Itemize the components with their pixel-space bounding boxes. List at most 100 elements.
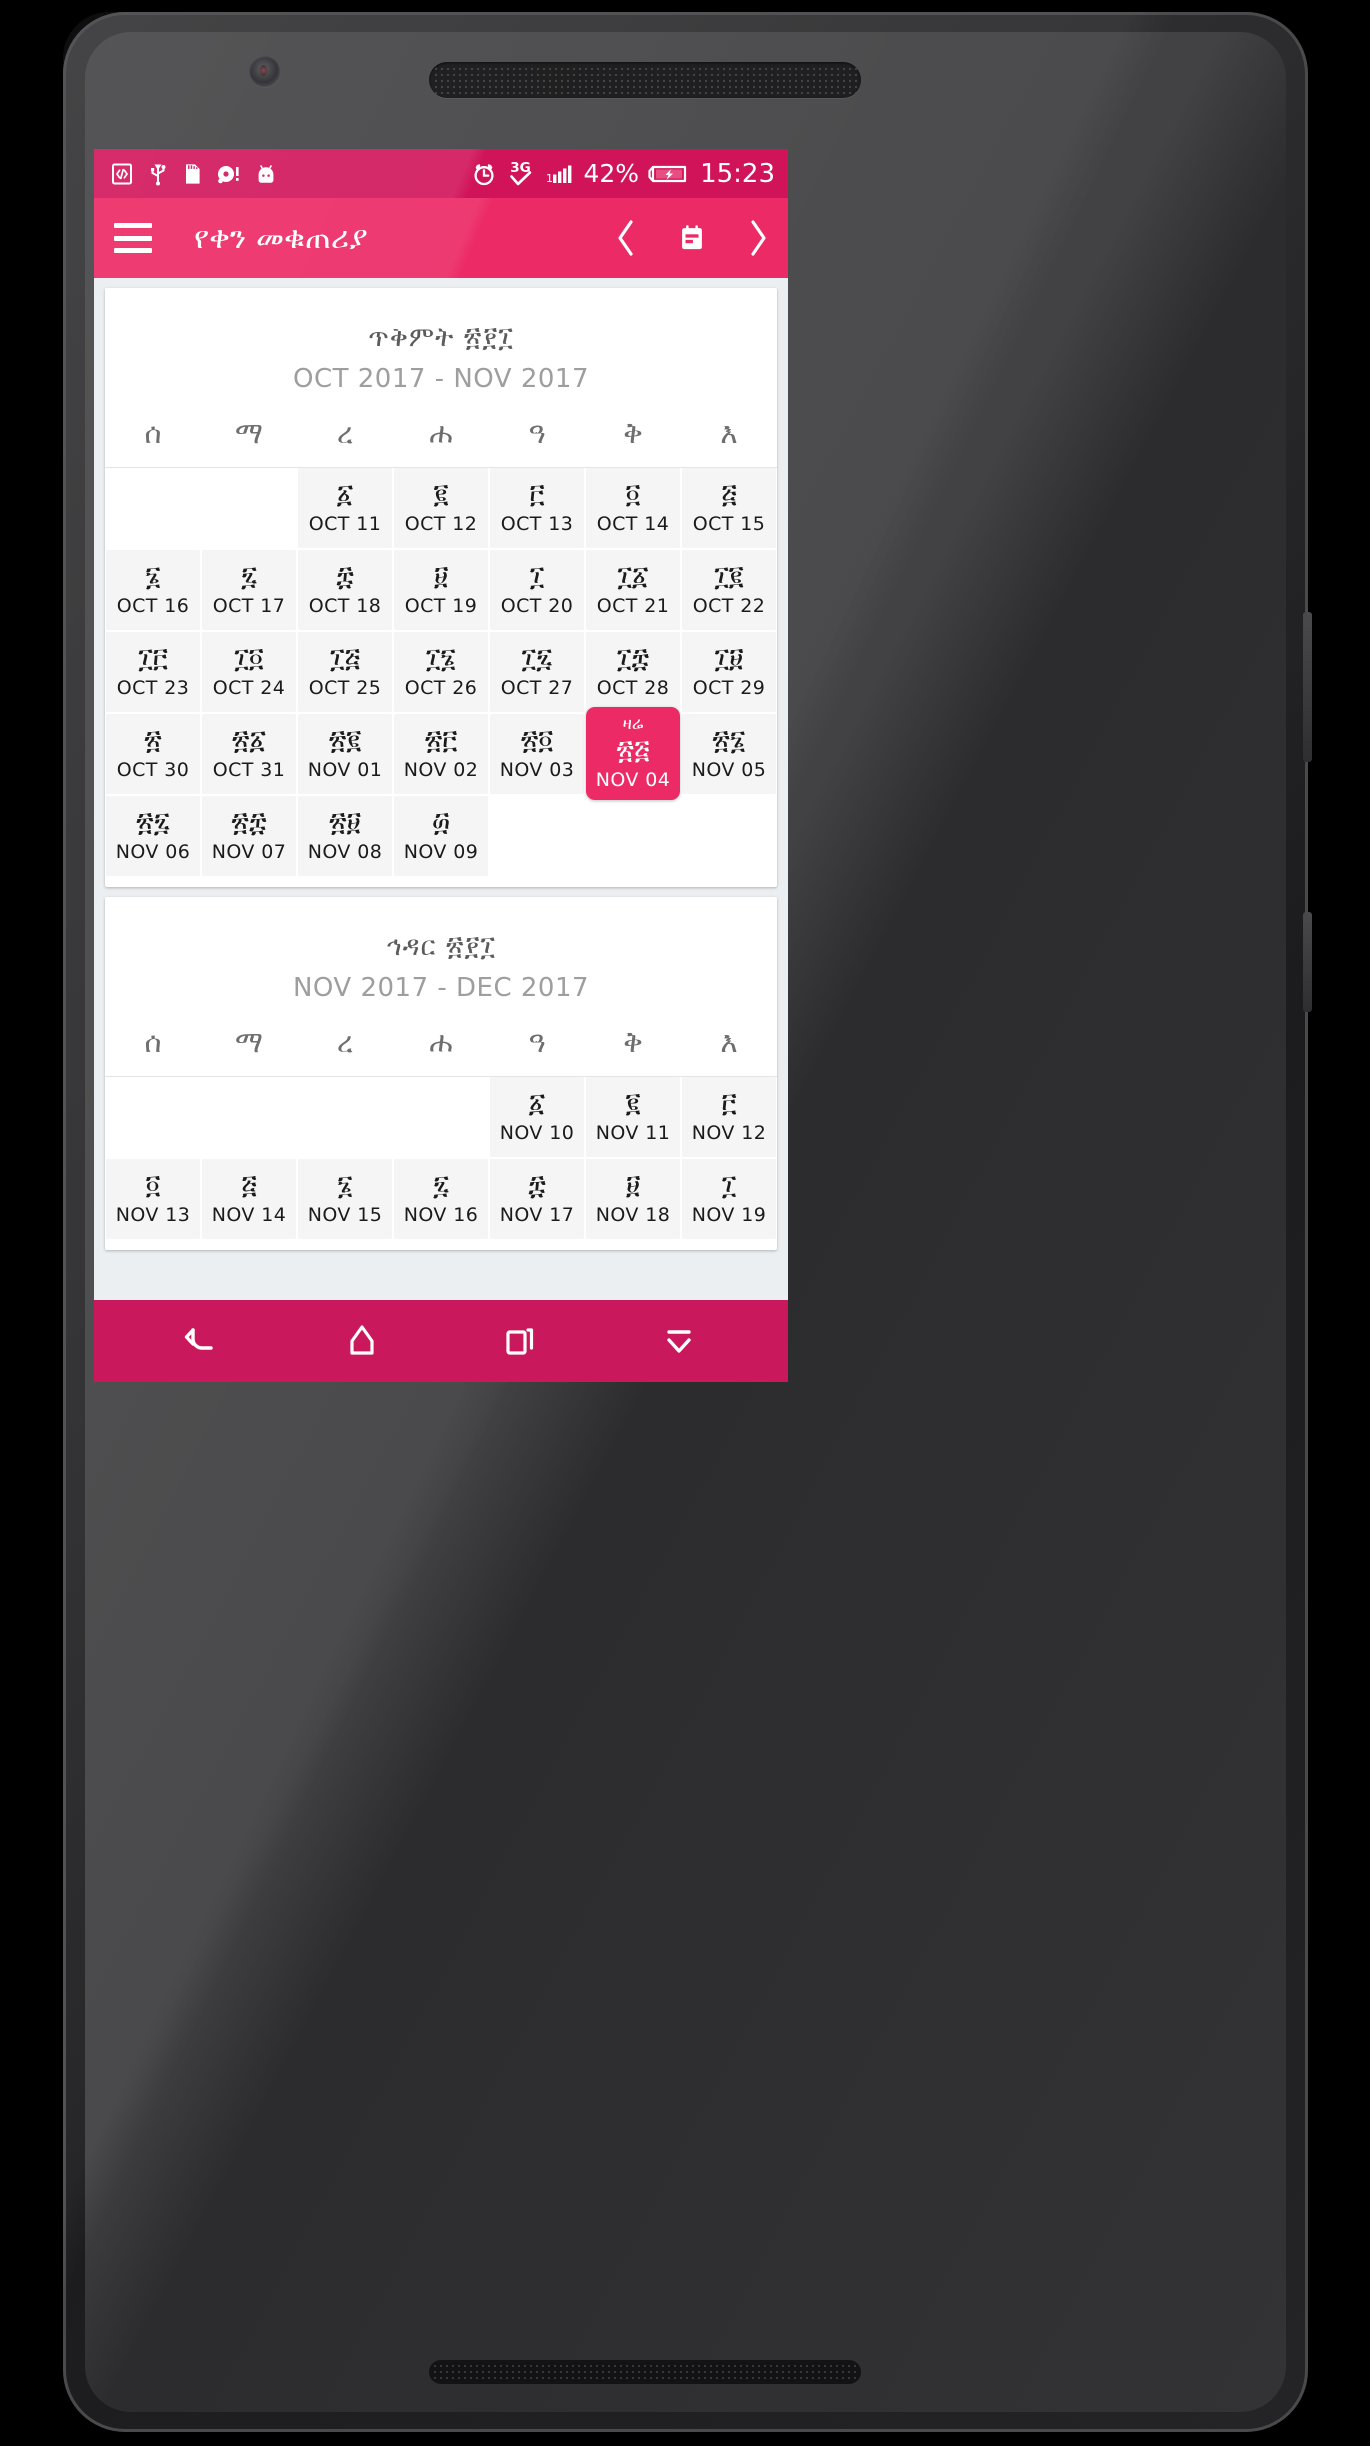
day-cell[interactable]: ፯ NOV 16 [394,1159,488,1239]
gregorian-day-label: OCT 23 [116,677,190,700]
gregorian-day-label: NOV 03 [499,759,575,782]
day-cell[interactable]: ፰ NOV 17 [490,1159,584,1239]
gregorian-day-label: OCT 27 [500,677,574,700]
status-bar-right-icons: 3G 1 42% 15:23 [470,159,775,189]
gregorian-day-label: OCT 11 [308,513,382,536]
empty-day-cell [490,796,584,876]
day-cell[interactable]: ፲ NOV 19 [682,1159,776,1239]
gregorian-day-label: NOV 01 [307,759,383,782]
week-row: ፲፫ OCT 23 ፲፬ OCT 24 ፲፭ OCT 25 ፲፮ OCT 26 ፲፯ OCT 27… [106,632,776,712]
bottom-speaker [429,2360,861,2384]
day-cell[interactable]: ፩ NOV 10 [490,1077,584,1157]
day-cell[interactable]: ፳፱ NOV 08 [298,796,392,876]
gregorian-day-label: NOV 16 [403,1204,479,1227]
status-bar: 3G 1 42% 15:23 [94,149,788,198]
ethiopic-day-number: ፬ [145,1169,161,1201]
ethiopic-day-number: ፲፩ [617,560,649,592]
gregorian-day-label: OCT 22 [692,595,766,618]
ethiopic-day-number: ፳፮ [712,724,746,756]
recents-button[interactable] [487,1308,553,1374]
ethiopic-day-number: ፲፫ [138,642,168,674]
day-cell[interactable]: ፳፬ NOV 03 [490,714,584,794]
empty-day-cell [394,1077,488,1157]
day-cell[interactable]: ፱ OCT 19 [394,550,488,630]
gregorian-day-label: NOV 08 [307,841,383,864]
day-cell[interactable]: ፲፰ OCT 28 [586,632,680,712]
day-cell[interactable]: ፳፰ NOV 07 [202,796,296,876]
power-button[interactable] [1303,612,1312,762]
ethiopic-day-number: ፲ [721,1169,737,1201]
ethiopic-day-number: ፪ [433,478,449,510]
alarm-icon [470,160,498,188]
ethiopic-day-number: ፳ [144,724,162,756]
day-cell[interactable]: ፯ OCT 17 [202,550,296,630]
day-cell[interactable]: ፲፫ OCT 23 [106,632,200,712]
today-day-cell[interactable]: ዛሬ ፳፭ NOV 04 [586,707,680,800]
calendar-scroll-area[interactable]: ጥቅምት ፳፻፲ OCT 2017 - NOV 2017 ሰ ማ ረ ሐ ዓ ቅ እ ፩ OCT 1… [94,278,788,1382]
ethiopic-day-number: ፱ [625,1169,641,1201]
hide-keyboard-button[interactable] [646,1308,712,1374]
ethiopic-day-number: ፭ [721,478,737,510]
day-cell[interactable]: ፲፯ OCT 27 [490,632,584,712]
day-cell[interactable]: ፳፫ NOV 02 [394,714,488,794]
battery-percent-label: 42% [583,159,640,188]
day-cell[interactable]: ፲፩ OCT 21 [586,550,680,630]
week-row: ፬ NOV 13 ፭ NOV 14 ፮ NOV 15 ፯ NOV 16 ፰ NOV 17 ፱ NOV … [106,1159,776,1239]
gregorian-day-label: NOV 15 [307,1204,383,1227]
weeks-grid: ፩ NOV 10 ፪ NOV 11 ፫ NOV 12 ፬ NOV 13 ፭ NOV 14 ፮ NOV … [105,1077,777,1239]
weekday-header: እ [720,1025,738,1059]
day-cell[interactable]: ፲፪ OCT 22 [682,550,776,630]
ethiopic-day-number: ፴ [431,806,451,838]
weeks-grid: ፩ OCT 11 ፪ OCT 12 ፫ OCT 13 ፬ OCT 14 ፭ OCT 15 ፮ OCT … [105,468,777,876]
day-cell[interactable]: ፭ OCT 15 [682,468,776,548]
day-cell[interactable]: ፲፮ OCT 26 [394,632,488,712]
day-cell[interactable]: ፭ NOV 14 [202,1159,296,1239]
day-cell[interactable]: ፰ OCT 18 [298,550,392,630]
day-cell[interactable]: ፲፬ OCT 24 [202,632,296,712]
month-title: ጥቅምት ፳፻፲ [368,322,514,353]
home-button[interactable] [329,1308,395,1374]
gregorian-day-label: OCT 13 [500,513,574,536]
week-row: ፳ OCT 30 ፳፩ OCT 31 ፳፪ NOV 01 ፳፫ NOV 02 ፳፬ NOV 03 ዛ… [106,707,776,800]
gregorian-day-label: OCT 20 [500,595,574,618]
status-bar-left-icons [110,162,278,186]
day-cell[interactable]: ፴ NOV 09 [394,796,488,876]
day-cell[interactable]: ፲፭ OCT 25 [298,632,392,712]
day-cell[interactable]: ፱ NOV 18 [586,1159,680,1239]
day-cell[interactable]: ፮ NOV 15 [298,1159,392,1239]
month-title: ኅዳር ፳፻፲ [386,931,496,962]
back-button[interactable] [170,1308,236,1374]
day-cell[interactable]: ፩ OCT 11 [298,468,392,548]
weekday-header: እ [720,416,738,450]
weekday-header: ዓ [528,416,546,450]
day-cell[interactable]: ፬ OCT 14 [586,468,680,548]
phone-screen: 3G 1 42% 15:23 የቀን መቁጠሪያ ጥቅምት ፳፻፲ OCT 20… [94,149,788,1382]
day-cell[interactable]: ፫ OCT 13 [490,468,584,548]
day-cell[interactable]: ፳፯ NOV 06 [106,796,200,876]
day-cell[interactable]: ፲ OCT 20 [490,550,584,630]
day-cell[interactable]: ፬ NOV 13 [106,1159,200,1239]
day-cell[interactable]: ፪ NOV 11 [586,1077,680,1157]
week-row: ፮ OCT 16 ፯ OCT 17 ፰ OCT 18 ፱ OCT 19 ፲ OCT 20 ፲፩ OCT… [106,550,776,630]
gregorian-day-label: OCT 24 [212,677,286,700]
day-cell[interactable]: ፮ OCT 16 [106,550,200,630]
day-cell[interactable]: ፳፪ NOV 01 [298,714,392,794]
ethiopic-day-number: ፫ [529,478,545,510]
gregorian-day-label: OCT 29 [692,677,766,700]
chevron-right-icon[interactable] [745,217,771,259]
day-cell[interactable]: ፳ OCT 30 [106,714,200,794]
chevron-left-icon[interactable] [613,217,639,259]
gregorian-day-label: NOV 04 [595,769,671,792]
ethiopic-day-number: ፰ [336,560,354,592]
app-bar: የቀን መቁጠሪያ [94,198,788,278]
volume-button[interactable] [1303,912,1312,1012]
day-cell[interactable]: ፳፩ OCT 31 [202,714,296,794]
calendar-icon[interactable] [679,217,705,259]
day-cell[interactable]: ፫ NOV 12 [682,1077,776,1157]
menu-icon[interactable] [114,223,152,253]
day-cell[interactable]: ፲፱ OCT 29 [682,632,776,712]
ethiopic-day-number: ፳፭ [616,734,650,766]
day-cell[interactable]: ፪ OCT 12 [394,468,488,548]
day-cell[interactable]: ፳፮ NOV 05 [682,714,776,794]
gregorian-day-label: OCT 31 [212,759,286,782]
